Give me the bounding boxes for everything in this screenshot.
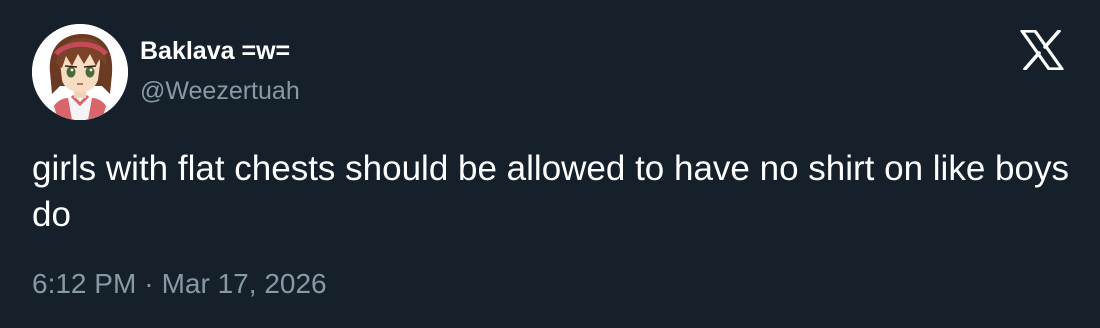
tweet-card: Baklava =w= @Weezertuah girls with flat … xyxy=(0,0,1100,328)
tweet-time: 6:12 PM xyxy=(32,268,137,299)
tweet-timestamp[interactable]: 6:12 PM · Mar 17, 2026 xyxy=(32,266,327,302)
author-handle[interactable]: @Weezertuah xyxy=(140,76,300,106)
avatar-image xyxy=(32,24,128,120)
avatar[interactable] xyxy=(32,24,128,120)
timestamp-separator: · xyxy=(144,268,154,299)
tweet-text: girls with flat chests should be allowed… xyxy=(32,149,1069,234)
author-info: Baklava =w= @Weezertuah xyxy=(140,36,300,106)
tweet-date: Mar 17, 2026 xyxy=(161,268,327,299)
x-logo-icon[interactable] xyxy=(1020,29,1064,71)
author-display-name[interactable]: Baklava =w= xyxy=(140,36,300,66)
